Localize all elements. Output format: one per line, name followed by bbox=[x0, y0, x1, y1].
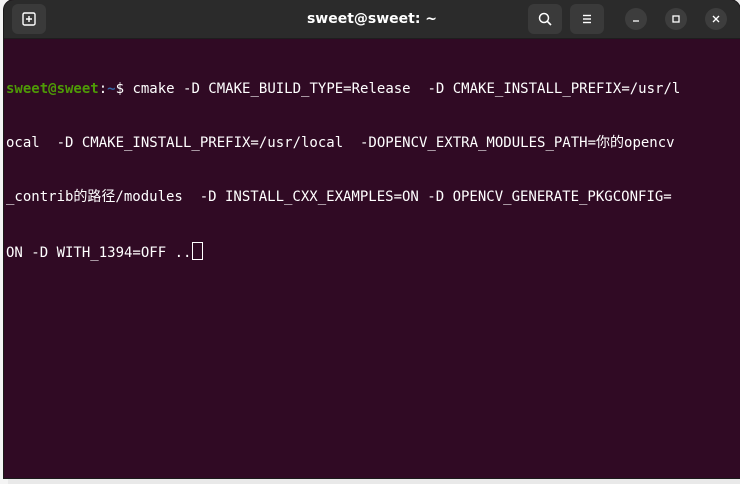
command-continuation: ON -D WITH_1394=OFF .. bbox=[6, 245, 192, 261]
search-icon bbox=[538, 12, 552, 26]
menu-button[interactable] bbox=[570, 4, 604, 34]
maximize-icon bbox=[672, 15, 680, 23]
command-text: cmake -D CMAKE_BUILD_TYPE=Release -D CMA… bbox=[132, 81, 681, 97]
terminal-output[interactable]: sweet@sweet:~$ cmake -D CMAKE_BUILD_TYPE… bbox=[6, 44, 736, 296]
terminal-line-4: ON -D WITH_1394=OFF .. bbox=[6, 242, 736, 261]
minimize-button[interactable] bbox=[625, 8, 647, 30]
terminal-line-2: ocal -D CMAKE_INSTALL_PREFIX=/usr/local … bbox=[6, 135, 675, 151]
prompt-path: ~ bbox=[107, 81, 116, 97]
text-cursor bbox=[192, 242, 204, 260]
close-button[interactable] bbox=[705, 8, 727, 30]
prompt-user: sweet@sweet bbox=[6, 81, 99, 97]
title-bar[interactable]: sweet@sweet: ~ bbox=[4, 0, 740, 39]
close-icon bbox=[712, 15, 720, 23]
terminal-line-3: _contrib的路径/modules -D INSTALL_CXX_EXAMP… bbox=[6, 189, 672, 205]
prompt-symbol: $ bbox=[115, 81, 133, 97]
hamburger-menu-icon bbox=[583, 14, 591, 24]
maximize-button[interactable] bbox=[665, 8, 687, 30]
search-button[interactable] bbox=[528, 4, 562, 34]
prompt-separator: : bbox=[98, 81, 108, 97]
minimize-icon bbox=[633, 20, 639, 22]
terminal-window[interactable]: sweet@sweet: ~ sweet@sweet:~$ cmake -D C… bbox=[4, 0, 740, 478]
terminal-line-1: sweet@sweet:~$ cmake -D CMAKE_BUILD_TYPE… bbox=[6, 80, 736, 98]
